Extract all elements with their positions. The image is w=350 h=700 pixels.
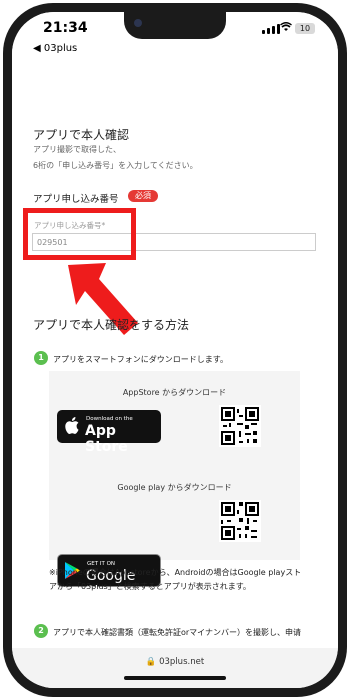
description-line-1: アプリ撮影で取得した、: [33, 145, 121, 154]
notch: [124, 12, 226, 39]
battery-icon: 10: [295, 23, 315, 34]
step-1-text: アプリをスマートフォンにダウンロードします。: [53, 355, 228, 364]
home-indicator[interactable]: [124, 676, 226, 680]
step-2-number: 2: [34, 624, 48, 638]
download-box: AppStore からダウンロード Download on the App St…: [49, 371, 300, 600]
application-number-label: アプリ申し込み番号: [33, 194, 119, 205]
appstore-badge-big-text: App Store: [85, 423, 128, 455]
description-line-2: 6桁の「申し込み番号」を入力してください。: [33, 161, 198, 170]
appstore-badge-small-text: Download on the: [86, 416, 133, 422]
store-search-note: ※iPhoneの場合はAppstoreから、Androidの場合はGoogle …: [49, 568, 302, 591]
arrow-icon: [68, 263, 138, 335]
method-title: アプリで本人確認をする方法: [33, 318, 190, 332]
phone-frame: 21:34 ◀ 03plus 10 アプリで本人確認 アプリ撮影で取得した、 6…: [3, 3, 347, 697]
appstore-badge[interactable]: Download on the App Store: [57, 410, 161, 455]
signal-icon: [262, 24, 280, 34]
back-to-app-link[interactable]: ◀ 03plus: [33, 43, 77, 54]
appstore-caption: AppStore からダウンロード: [122, 388, 227, 397]
camera-icon: [134, 19, 142, 27]
wifi-icon: [280, 22, 292, 31]
step-2-text: アプリで本人確認書類（運転免許証orマイナンバー）を撮影し、申请: [53, 628, 302, 637]
section-title: アプリで本人確認: [33, 128, 130, 142]
required-badge: 必須: [128, 190, 158, 202]
step-1-number: 1: [34, 351, 48, 365]
browser-address-bar[interactable]: 🔒 03plus.net: [12, 648, 338, 688]
appstore-qr-code: [219, 405, 261, 447]
url-text[interactable]: 🔒 03plus.net: [12, 657, 338, 667]
page-content: アプリで本人確認 アプリ撮影で取得した、 6桁の「申し込み番号」を入力してくださ…: [12, 58, 338, 648]
googleplay-qr-code: [219, 500, 261, 542]
screen: 21:34 ◀ 03plus 10 アプリで本人確認 アプリ撮影で取得した、 6…: [12, 12, 338, 688]
status-time: 21:34: [43, 20, 88, 36]
apple-icon: [65, 417, 79, 434]
red-highlight-box: [23, 208, 136, 260]
googleplay-caption: Google play からダウンロード: [117, 483, 232, 492]
